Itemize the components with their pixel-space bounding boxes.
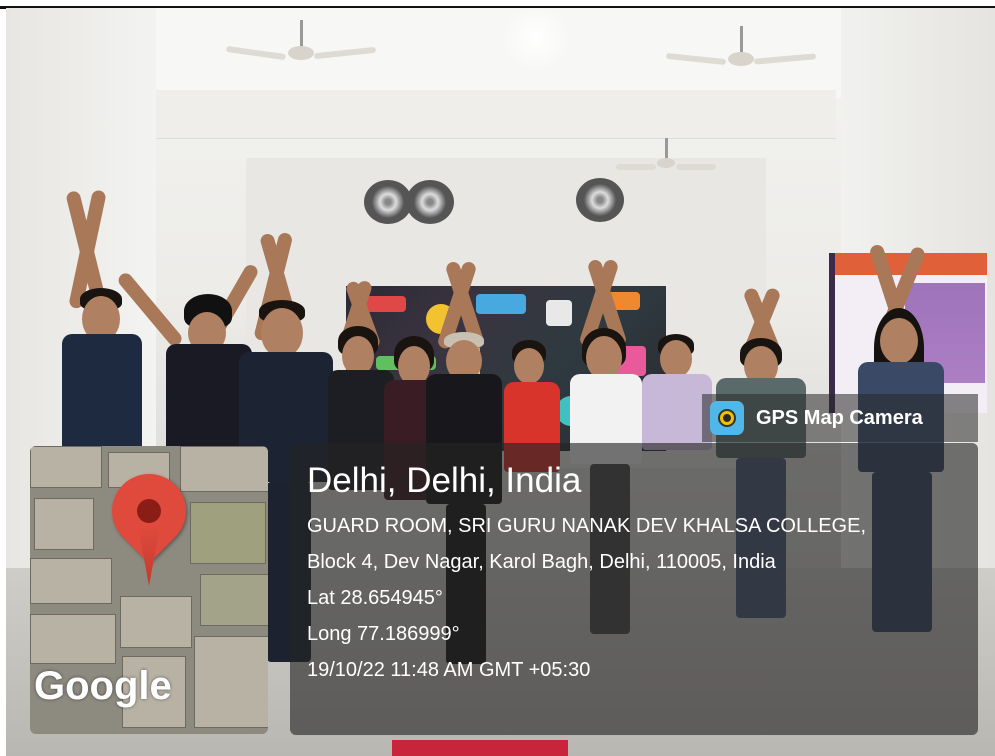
map-provider-logo: Google [34, 664, 172, 708]
gps-app-tag: GPS Map Camera [702, 394, 978, 442]
exhaust-fan-icon [576, 178, 624, 222]
yoga-mat [392, 740, 568, 756]
location-title: Delhi, Delhi, India [307, 461, 582, 500]
exhaust-fan-icon [364, 180, 412, 224]
ceiling-light [496, 8, 576, 68]
gps-app-label: GPS Map Camera [756, 406, 923, 429]
latitude: Lat 28.654945° [307, 587, 443, 609]
map-thumbnail: Google [30, 446, 268, 734]
longitude: Long 77.186999° [307, 623, 460, 645]
ceiling-beam [156, 90, 836, 139]
timestamp: 19/10/22 11:48 AM GMT +05:30 [307, 659, 591, 681]
address-line-1: GUARD ROOM, SRI GURU NANAK DEV KHALSA CO… [307, 515, 867, 537]
ceiling-fan-icon [665, 26, 817, 76]
location-info-panel: Delhi, Delhi, India GUARD ROOM, SRI GURU… [290, 443, 978, 735]
ceiling-fan-icon [225, 20, 377, 70]
ceiling-fan-icon [616, 138, 716, 183]
map-pin-center [137, 499, 161, 523]
exhaust-fan-icon [406, 180, 454, 224]
camera-app-icon [710, 401, 744, 435]
address-line-2: Block 4, Dev Nagar, Karol Bagh, Delhi, 1… [307, 551, 776, 573]
